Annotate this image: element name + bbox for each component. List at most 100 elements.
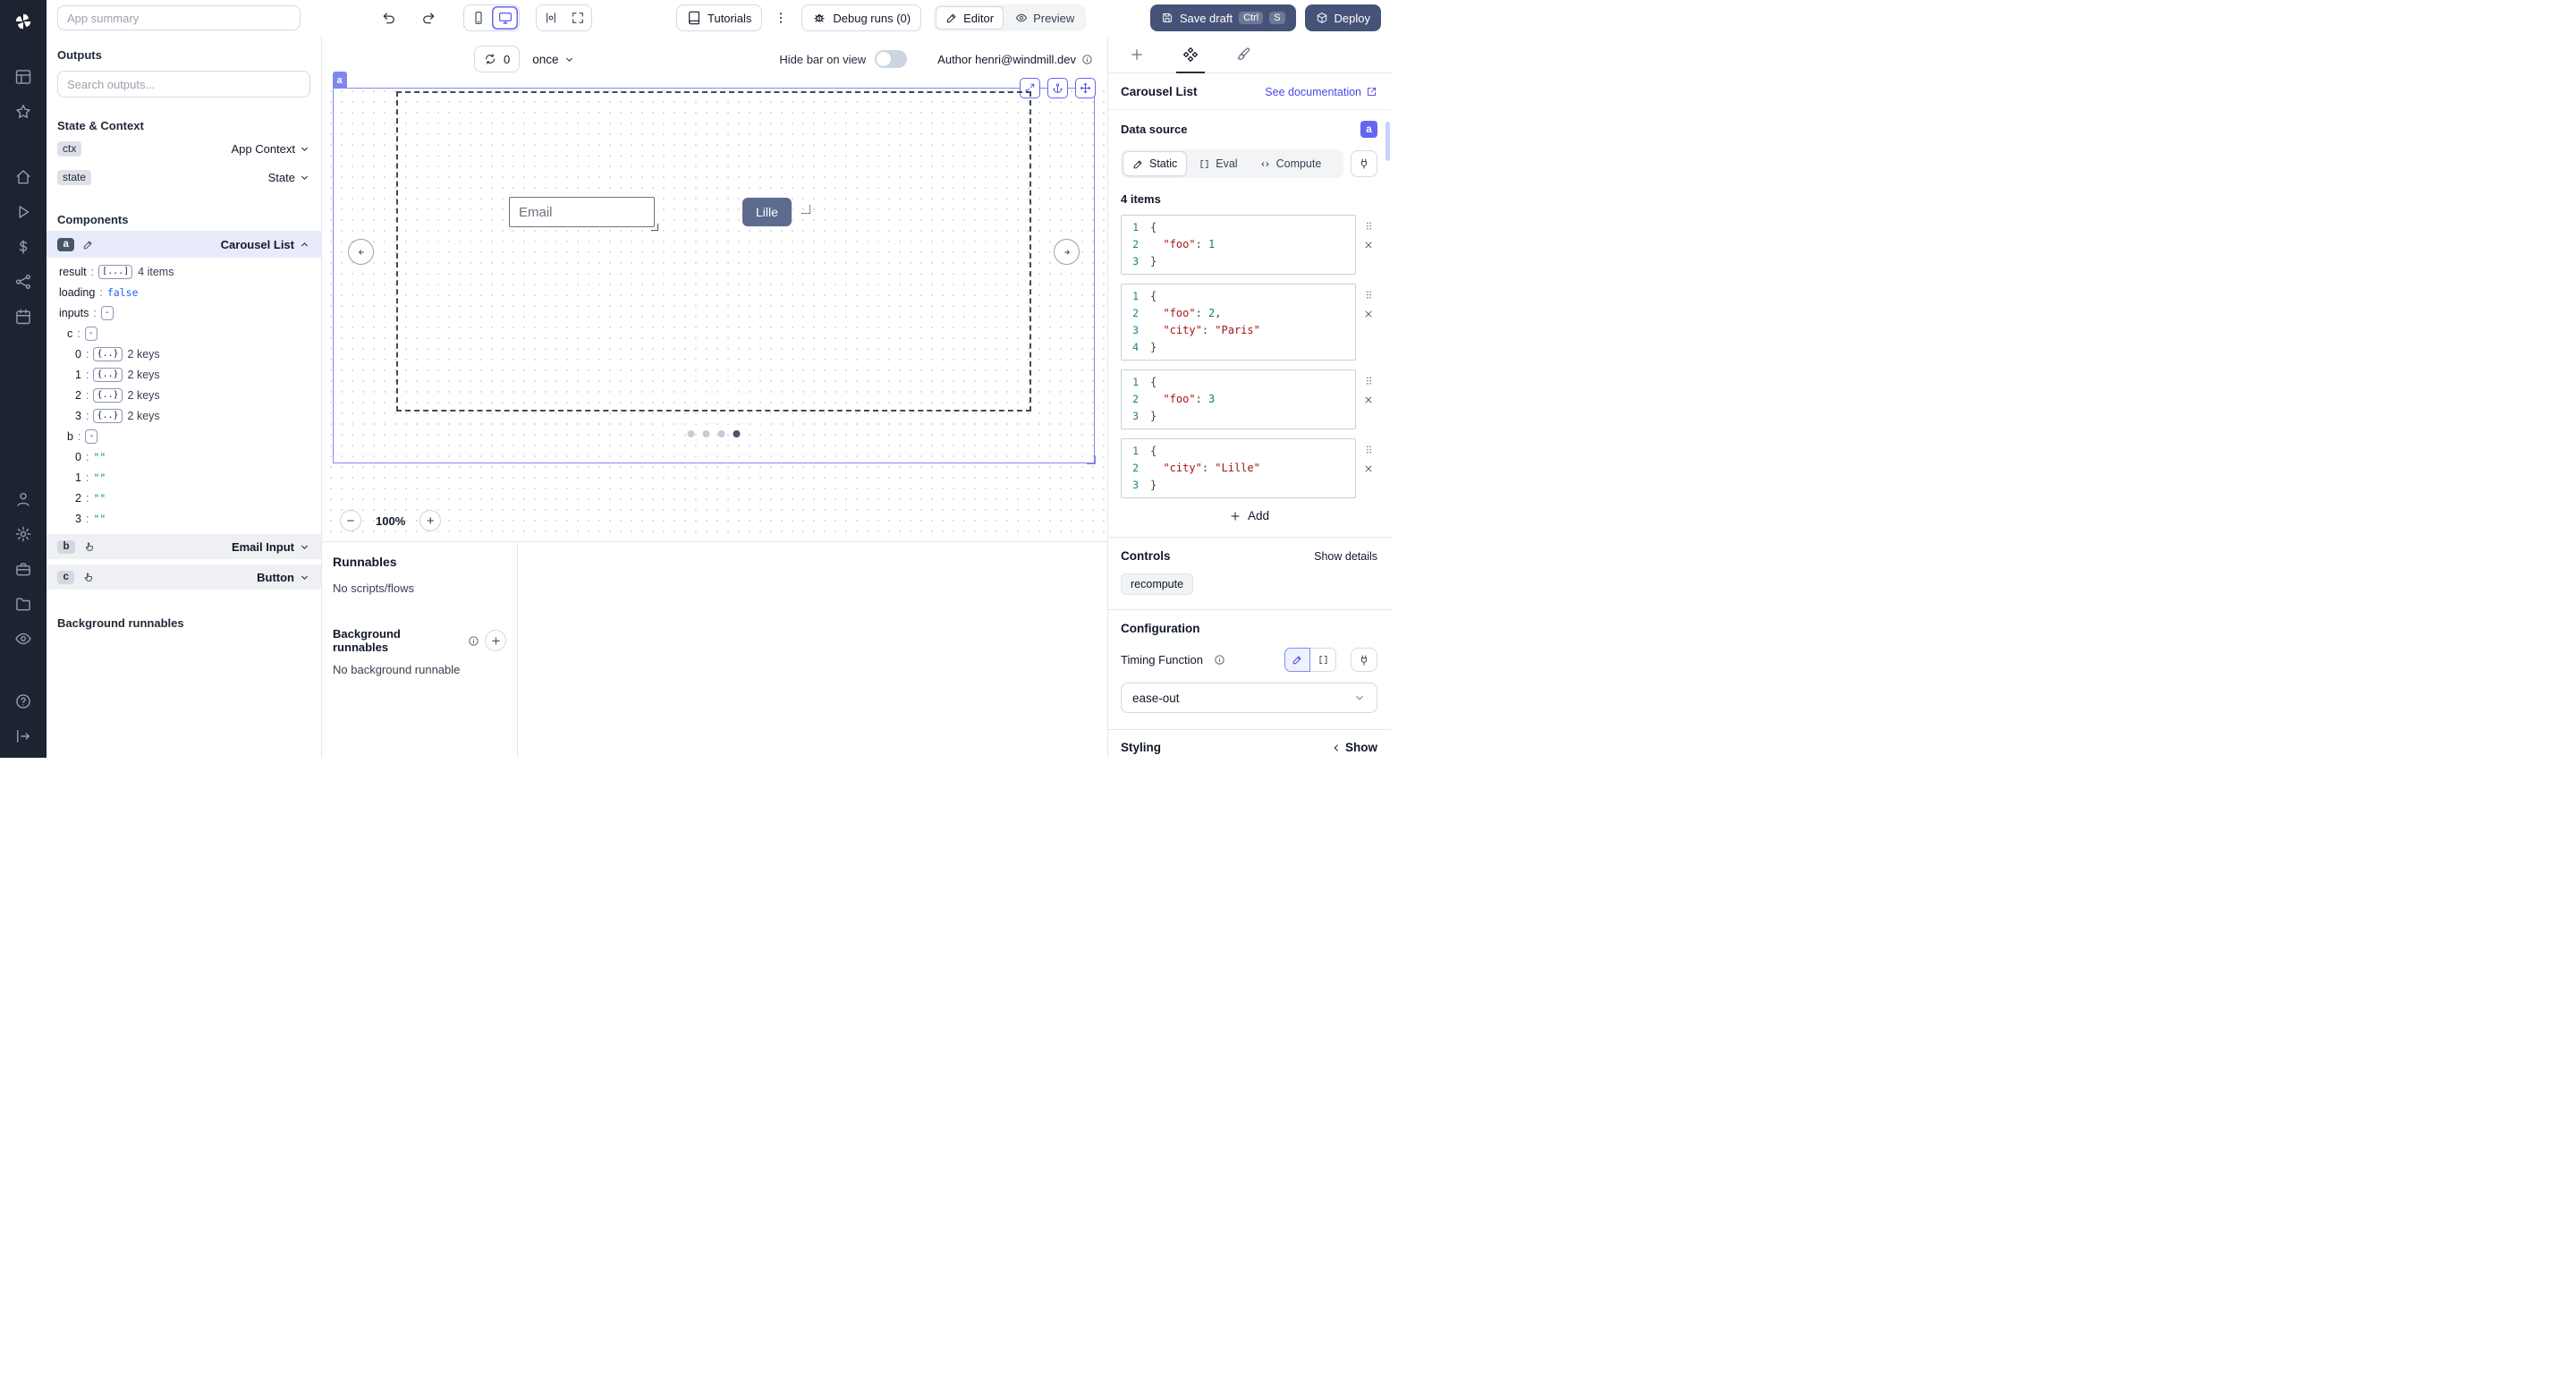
- sidebar-item-help[interactable]: [7, 685, 39, 717]
- mode-eval-button[interactable]: Eval: [1189, 151, 1247, 176]
- desktop-view-button[interactable]: [492, 6, 518, 30]
- component-row-carousel[interactable]: a Carousel List: [47, 231, 321, 258]
- preview-tab[interactable]: Preview: [1005, 6, 1084, 30]
- search-outputs-input[interactable]: [57, 71, 310, 98]
- carousel-dot[interactable]: [688, 430, 695, 437]
- expand-content-button[interactable]: [564, 6, 590, 30]
- editor-tab[interactable]: Editor: [936, 6, 1004, 30]
- tutorials-button[interactable]: Tutorials: [676, 4, 762, 31]
- resize-handle[interactable]: [1087, 455, 1096, 464]
- output-tree-row[interactable]: 3:"": [57, 508, 310, 529]
- timing-function-select[interactable]: ease-out: [1121, 683, 1377, 713]
- drag-handle-icon[interactable]: [1363, 375, 1375, 386]
- hide-bar-toggle[interactable]: [875, 50, 907, 68]
- sidebar-item-workers[interactable]: [7, 553, 39, 585]
- carousel-drop-zone[interactable]: [396, 91, 1031, 412]
- scrollbar-thumb[interactable]: [1385, 122, 1390, 161]
- output-tree-row[interactable]: result:[...]4 items: [57, 261, 310, 282]
- sidebar-item-user[interactable]: [7, 483, 39, 515]
- deploy-button[interactable]: Deploy: [1305, 4, 1381, 31]
- timing-eval-button[interactable]: [1310, 648, 1336, 672]
- carousel-dot[interactable]: [718, 430, 725, 437]
- mode-static-button[interactable]: Static: [1123, 151, 1187, 176]
- info-icon[interactable]: [1214, 654, 1225, 666]
- move-component-button[interactable]: [1075, 78, 1096, 98]
- delete-item-button[interactable]: [1363, 309, 1374, 319]
- delete-item-button[interactable]: [1363, 240, 1374, 250]
- carousel-dot[interactable]: [733, 430, 741, 437]
- mode-compute-button[interactable]: Compute: [1250, 151, 1332, 176]
- json-editor[interactable]: 123{ "city": "Lille"}: [1121, 438, 1356, 498]
- output-tree-row[interactable]: inputs:-: [57, 302, 310, 323]
- connect-data-source-button[interactable]: [1351, 150, 1377, 177]
- info-icon[interactable]: [468, 635, 479, 647]
- center-content-button[interactable]: [538, 6, 564, 30]
- sidebar-item-folders[interactable]: [7, 588, 39, 620]
- see-documentation-link[interactable]: See documentation: [1265, 86, 1377, 98]
- show-details-button[interactable]: Show details: [1314, 550, 1377, 563]
- tree-expand-toggle[interactable]: -: [85, 429, 97, 444]
- sidebar-item-collapse-sidebar[interactable]: [7, 720, 39, 752]
- sidebar-item-runs[interactable]: [7, 196, 39, 228]
- tab-styling[interactable]: [1228, 36, 1260, 72]
- tree-expand-toggle[interactable]: [...]: [98, 265, 132, 279]
- sidebar-item-favorites[interactable]: [7, 96, 39, 128]
- json-editor[interactable]: 123{ "foo": 3}: [1121, 369, 1356, 429]
- sidebar-item-variables[interactable]: [7, 231, 39, 263]
- output-tree-row[interactable]: c:-: [57, 323, 310, 344]
- carousel-dot[interactable]: [703, 430, 710, 437]
- component-row-button[interactable]: c Button: [47, 564, 321, 590]
- output-tree-row[interactable]: 0:"": [57, 446, 310, 467]
- anchor-component-button[interactable]: [1047, 78, 1068, 98]
- output-tree-row[interactable]: 2:"": [57, 488, 310, 508]
- output-tree-row[interactable]: 1:"": [57, 467, 310, 488]
- component-row-email[interactable]: b Email Input: [47, 534, 321, 559]
- rename-component-icon[interactable]: [82, 239, 94, 250]
- add-background-runnable-button[interactable]: [485, 630, 506, 651]
- sidebar-item-apps[interactable]: [7, 61, 39, 93]
- json-editor[interactable]: 123{ "foo": 1}: [1121, 215, 1356, 275]
- mobile-view-button[interactable]: [465, 6, 491, 30]
- tree-expand-toggle[interactable]: {..}: [93, 388, 122, 403]
- more-menu-button[interactable]: [769, 6, 792, 30]
- app-summary-input[interactable]: [57, 5, 301, 30]
- carousel-next-button[interactable]: [1054, 239, 1080, 265]
- undo-button[interactable]: [377, 6, 401, 30]
- output-tree-row[interactable]: 0:{..}2 keys: [57, 344, 310, 364]
- drag-handle-icon[interactable]: [1363, 444, 1375, 455]
- tree-expand-toggle[interactable]: {..}: [93, 409, 122, 423]
- recompute-button[interactable]: recompute: [1121, 573, 1193, 595]
- delete-item-button[interactable]: [1363, 395, 1374, 405]
- windmill-logo[interactable]: [7, 5, 39, 38]
- output-tree-row[interactable]: 1:{..}2 keys: [57, 364, 310, 385]
- tab-insert-component[interactable]: [1121, 36, 1153, 72]
- timing-static-button[interactable]: [1284, 648, 1310, 672]
- redo-button[interactable]: [417, 6, 440, 30]
- info-icon[interactable]: [1081, 54, 1093, 65]
- debug-runs-button[interactable]: Debug runs (0): [801, 4, 921, 31]
- tree-expand-toggle[interactable]: -: [85, 327, 97, 341]
- selected-carousel-component[interactable]: a Lille: [333, 88, 1095, 463]
- sidebar-item-resources[interactable]: [7, 266, 39, 298]
- tree-expand-toggle[interactable]: {..}: [93, 368, 122, 382]
- zoom-out-button[interactable]: −: [340, 510, 361, 531]
- state-output-row[interactable]: state State: [57, 165, 310, 190]
- add-item-button[interactable]: Add: [1229, 509, 1269, 522]
- output-tree-row[interactable]: 3:{..}2 keys: [57, 405, 310, 426]
- sidebar-item-audit-logs[interactable]: [7, 623, 39, 655]
- sidebar-item-schedules[interactable]: [7, 301, 39, 333]
- styling-show-button[interactable]: Show: [1330, 741, 1377, 754]
- email-input[interactable]: [509, 197, 655, 227]
- tab-component-settings[interactable]: [1174, 36, 1207, 72]
- timing-connect-button[interactable]: [1351, 648, 1377, 672]
- lille-button[interactable]: Lille: [742, 198, 792, 226]
- sidebar-item-home[interactable]: [7, 161, 39, 193]
- delete-item-button[interactable]: [1363, 463, 1374, 474]
- output-tree-row[interactable]: 2:{..}2 keys: [57, 385, 310, 405]
- drag-handle-icon[interactable]: [1363, 220, 1375, 232]
- zoom-in-button[interactable]: +: [419, 510, 441, 531]
- refresh-count-button[interactable]: 0: [474, 46, 520, 72]
- drag-handle-icon[interactable]: [1363, 289, 1375, 301]
- output-tree-row[interactable]: loading:false: [57, 282, 310, 302]
- sidebar-item-settings[interactable]: [7, 518, 39, 550]
